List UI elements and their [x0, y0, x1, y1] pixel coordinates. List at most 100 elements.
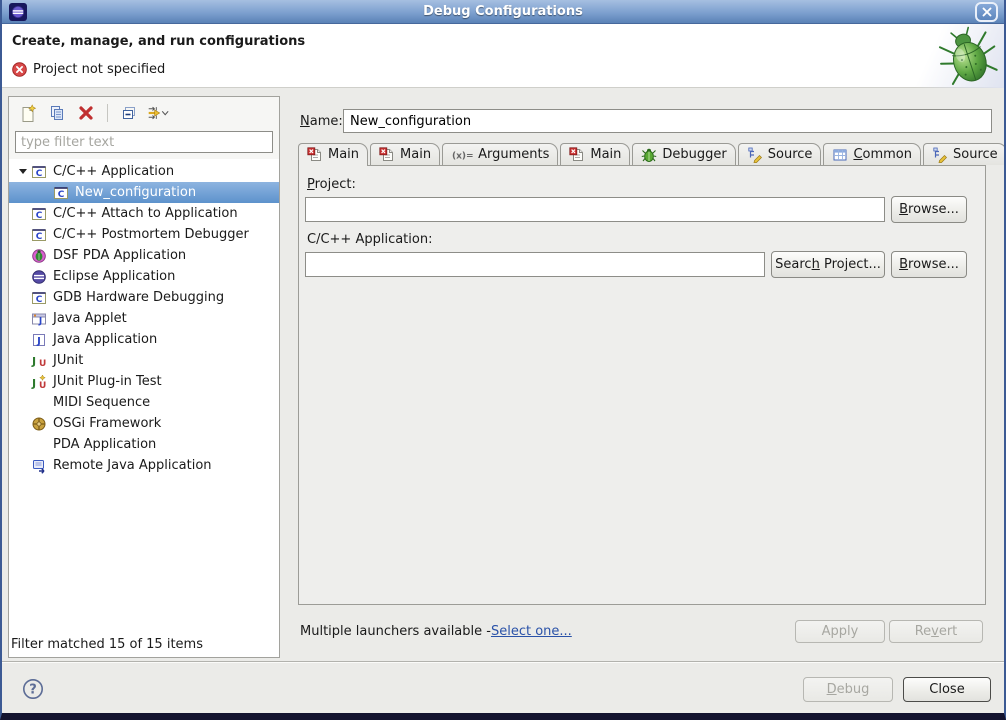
- tab-main-2[interactable]: Main: [370, 143, 440, 165]
- page-title: Create, manage, and run configurations: [12, 34, 305, 49]
- tab-source-1[interactable]: Source: [738, 143, 822, 165]
- expander-icon[interactable]: [15, 169, 31, 174]
- application-input[interactable]: [305, 252, 765, 277]
- application-label: C/C++ Application:: [307, 232, 432, 247]
- filter-input[interactable]: [15, 131, 273, 153]
- c-application-icon: C: [53, 185, 69, 201]
- source-icon: [747, 147, 763, 163]
- debug-configurations-dialog: Debug Configurations Create, manage, and…: [0, 0, 1006, 720]
- tree-item-cpp-application[interactable]: C C/C++ Application: [9, 161, 279, 182]
- name-input[interactable]: [343, 109, 992, 133]
- java-application-icon: J: [31, 332, 47, 348]
- tree-item-cpp-attach[interactable]: C C/C++ Attach to Application: [9, 203, 279, 224]
- new-configuration-button[interactable]: [17, 102, 39, 124]
- tab-arguments[interactable]: (x)= Arguments: [442, 143, 558, 165]
- toolbar-separator: [107, 104, 108, 122]
- tree-item-label: C/C++ Attach to Application: [53, 206, 238, 221]
- tab-debugger[interactable]: Debugger: [632, 143, 735, 165]
- tab-label: Main: [590, 147, 621, 162]
- debugger-bug-icon: [641, 147, 657, 163]
- tab-source-2[interactable]: Source: [923, 143, 1006, 165]
- tab-main-3[interactable]: Main: [560, 143, 630, 165]
- tree-item-cpp-postmortem[interactable]: C C/C++ Postmortem Debugger: [9, 224, 279, 245]
- tree-item-label: MIDI Sequence: [53, 395, 150, 410]
- tree-item-midi-sequence[interactable]: MIDI Sequence: [9, 392, 279, 413]
- help-button[interactable]: ?: [22, 678, 44, 700]
- duplicate-button[interactable]: [46, 102, 68, 124]
- tree-item-junit-plugin-test[interactable]: JU JUnit Plug-in Test: [9, 371, 279, 392]
- main-tab-error-icon: [307, 147, 323, 163]
- search-project-button[interactable]: Search Project...: [771, 251, 885, 278]
- debug-button[interactable]: Debug: [803, 677, 893, 702]
- c-application-icon: C: [31, 227, 47, 243]
- tree-item-pda-application[interactable]: PDA Application: [9, 434, 279, 455]
- tab-label: Debugger: [662, 147, 726, 162]
- tree-item-junit[interactable]: JU JUnit: [9, 350, 279, 371]
- tab-label: Common: [853, 147, 912, 162]
- svg-text:J: J: [31, 377, 36, 390]
- tab-strip: Main Main (x)= Arguments Main Debugger S…: [298, 143, 1006, 165]
- revert-button[interactable]: Revert: [889, 620, 983, 643]
- remote-java-icon: [31, 458, 47, 474]
- tree-item-label: PDA Application: [53, 437, 156, 452]
- application-browse-button[interactable]: Browse...: [891, 251, 967, 278]
- tree-item-label: GDB Hardware Debugging: [53, 290, 224, 305]
- tree-item-java-applet[interactable]: J Java Applet: [9, 308, 279, 329]
- tree-item-label: JUnit: [53, 353, 83, 368]
- blank-icon: [31, 395, 47, 411]
- tab-label: Main: [400, 147, 431, 162]
- collapse-all-icon: [120, 104, 138, 122]
- svg-text:U: U: [39, 359, 46, 369]
- arguments-icon: (x)=: [451, 147, 473, 163]
- duplicate-icon: [48, 104, 66, 122]
- c-application-icon: C: [31, 206, 47, 222]
- tree-item-osgi-framework[interactable]: OSGi Framework: [9, 413, 279, 434]
- configurations-tree: C C/C++ Application C New_configuration …: [9, 159, 279, 634]
- tree-item-gdb-hardware[interactable]: C GDB Hardware Debugging: [9, 287, 279, 308]
- close-button[interactable]: Close: [903, 677, 991, 702]
- filter-launch-configurations-button[interactable]: [147, 102, 169, 124]
- help-icon: ?: [22, 678, 44, 700]
- svg-text:U: U: [39, 381, 46, 390]
- tree-item-label: Java Application: [53, 332, 157, 347]
- tree-item-eclipse-application[interactable]: Eclipse Application: [9, 266, 279, 287]
- titlebar[interactable]: Debug Configurations: [2, 0, 1004, 24]
- tree-item-dsf-pda[interactable]: DSF PDA Application: [9, 245, 279, 266]
- eclipse-sphere-icon: [31, 269, 47, 285]
- tree-item-label: Remote Java Application: [53, 458, 212, 473]
- project-label: Project:: [307, 177, 356, 192]
- svg-text:C: C: [58, 190, 65, 200]
- sidebar-toolbar: [9, 97, 279, 129]
- tree-item-label: Java Applet: [53, 311, 127, 326]
- tree-item-label: JUnit Plug-in Test: [53, 374, 162, 389]
- tree-item-remote-java-application[interactable]: Remote Java Application: [9, 455, 279, 476]
- tab-label: Arguments: [478, 147, 549, 162]
- svg-text:J: J: [38, 316, 42, 326]
- window-close-button[interactable]: [975, 2, 998, 22]
- tree-item-label: C/C++ Postmortem Debugger: [53, 227, 249, 242]
- new-configuration-icon: [19, 104, 37, 122]
- dropdown-chevron-icon: [162, 111, 168, 114]
- main-tab-panel: Project: Browse... C/C++ Application: Se…: [298, 165, 986, 605]
- tab-main-1[interactable]: Main: [298, 143, 368, 165]
- tree-item-label: New_configuration: [75, 185, 196, 200]
- apply-button[interactable]: Apply: [795, 620, 885, 643]
- tab-common[interactable]: Common: [823, 143, 921, 165]
- tree-item-java-application[interactable]: J Java Application: [9, 329, 279, 350]
- pda-bug-icon: [31, 248, 47, 264]
- project-input[interactable]: [305, 197, 885, 222]
- svg-text:C: C: [36, 232, 43, 242]
- delete-icon: [77, 104, 95, 122]
- main-tab-error-icon: [379, 147, 395, 163]
- project-browse-button[interactable]: Browse...: [891, 196, 967, 223]
- launcher-note: Multiple launchers available - Select on…: [300, 624, 572, 639]
- select-one-link[interactable]: Select one...: [491, 624, 572, 639]
- debug-bug-image: [938, 25, 998, 87]
- name-label: Name:: [300, 114, 343, 129]
- delete-button[interactable]: [75, 102, 97, 124]
- collapse-all-button[interactable]: [118, 102, 140, 124]
- tab-label: Main: [328, 147, 359, 162]
- tree-item-new-configuration[interactable]: C New_configuration: [9, 182, 279, 203]
- main-tab-error-icon: [569, 147, 585, 163]
- footer-separator: [2, 661, 1004, 663]
